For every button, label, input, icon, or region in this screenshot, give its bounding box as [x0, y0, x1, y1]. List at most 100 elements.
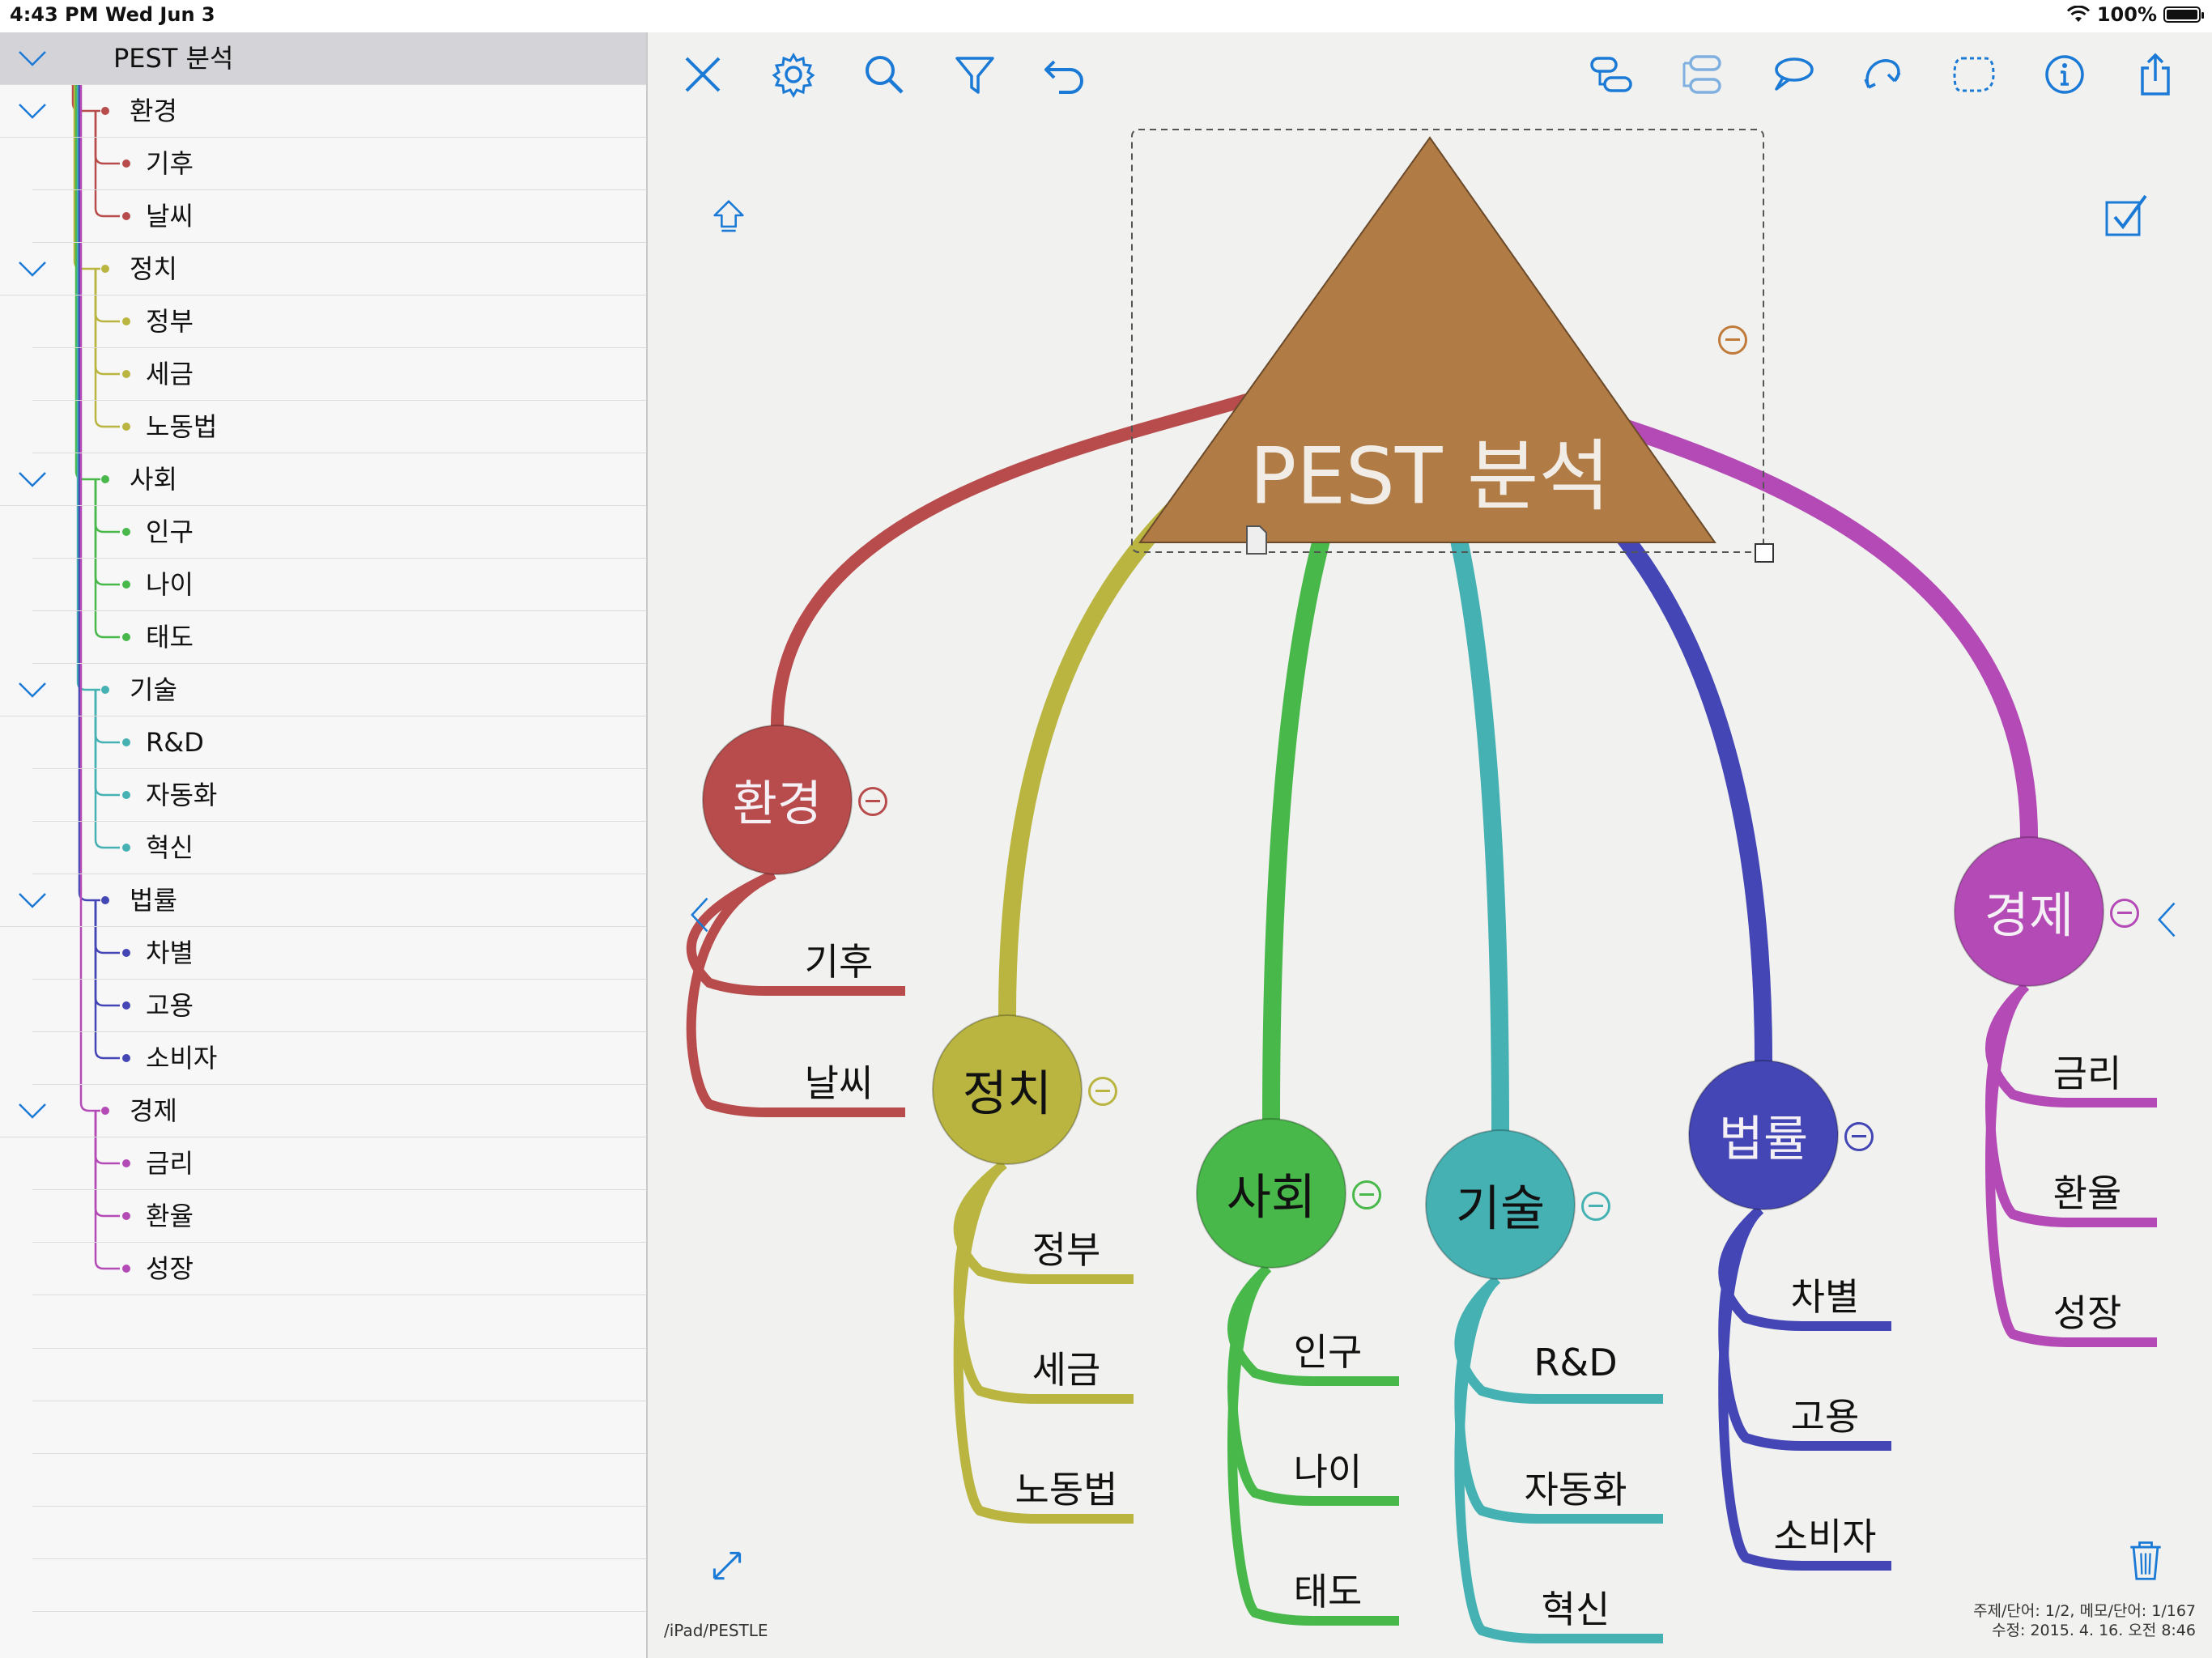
subtopic-label[interactable]: 소비자: [1774, 1507, 1877, 1561]
subtopic-label[interactable]: 기후: [805, 933, 874, 986]
topic-label[interactable]: 경제: [1984, 877, 2074, 947]
chevron-left-icon: [2158, 902, 2176, 937]
subtopic-label[interactable]: 금리: [2053, 1044, 2122, 1098]
mind-map-canvas[interactable]: 기후날씨정부세금노동법 인구나이태도 R&D 자동화혁신 차별고용소비자 금리환율성장 PE…: [648, 32, 2212, 1658]
topic-label[interactable]: 기술: [1456, 1170, 1545, 1240]
collapse-button[interactable]: [1088, 1077, 1117, 1106]
collapse-button[interactable]: [1844, 1122, 1874, 1151]
topic-label[interactable]: 정치: [963, 1055, 1052, 1125]
boundary-button[interactable]: [1942, 42, 2006, 107]
outline-subtopic-row[interactable]: 나이: [32, 559, 646, 611]
subtopic-label[interactable]: 나이: [1294, 1443, 1363, 1496]
search-icon: [866, 56, 904, 94]
filter-button[interactable]: [942, 42, 1007, 107]
outline-subtopic-row[interactable]: 기후: [32, 138, 646, 190]
delete-button[interactable]: [2113, 1527, 2178, 1592]
outline-subtopic-row[interactable]: 소비자: [32, 1032, 646, 1085]
undo-button[interactable]: [1033, 42, 1098, 107]
outline-topic-row[interactable]: 기술: [0, 664, 646, 716]
outline-topic-row[interactable]: 정치: [0, 243, 646, 295]
subtopic-label[interactable]: 정부: [1032, 1221, 1101, 1274]
task-toggle-button[interactable]: [2094, 183, 2159, 248]
outline-item-label: 혁신: [146, 832, 194, 863]
outline-subtopic-row[interactable]: 세금: [32, 348, 646, 401]
subtopic-label[interactable]: 태도: [1294, 1562, 1363, 1616]
outline-subtopic-row[interactable]: 고용: [32, 980, 646, 1032]
outline-topic-row[interactable]: 법률: [0, 874, 646, 927]
subtopic-label[interactable]: 자동화: [1525, 1460, 1627, 1514]
outline-item-label: 인구: [146, 517, 194, 547]
outline-subtopic-row[interactable]: 금리: [32, 1137, 646, 1190]
outline-subtopic-row[interactable]: 날씨: [32, 190, 646, 243]
settings-button[interactable]: [761, 42, 826, 107]
chevron-down-icon[interactable]: [16, 253, 49, 285]
outline-subtopic-row[interactable]: 태도: [32, 611, 646, 664]
outline-topic-row[interactable]: 경제: [0, 1085, 646, 1137]
settings-icon: [772, 52, 815, 99]
subtopic-label[interactable]: 노동법: [1015, 1460, 1118, 1514]
info-button[interactable]: [2032, 42, 2097, 107]
chevron-down-icon[interactable]: [16, 884, 49, 916]
scroll-right-button[interactable]: [2147, 887, 2188, 952]
collapse-button[interactable]: [858, 787, 887, 816]
subtopic-label[interactable]: R&D: [1534, 1341, 1617, 1384]
outline-subtopic-row[interactable]: 환율: [32, 1190, 646, 1243]
chevron-left-icon: [691, 897, 708, 933]
subtopic-label[interactable]: 날씨: [805, 1054, 874, 1107]
outline-item-label: 금리: [146, 1148, 194, 1179]
search-button[interactable]: [852, 42, 917, 107]
go-to-parent-button[interactable]: [696, 183, 761, 248]
collapse-button[interactable]: [1581, 1192, 1610, 1221]
outline-subtopic-row[interactable]: 자동화: [32, 769, 646, 822]
checkbox-icon: [2105, 194, 2147, 236]
outline-root-row[interactable]: PEST 분석: [0, 32, 646, 85]
outline-subtopic-row[interactable]: 정부: [32, 295, 646, 348]
subtopic-label[interactable]: 세금: [1032, 1341, 1101, 1394]
outline-item-label: 자동화: [146, 780, 218, 810]
root-topic-label[interactable]: PEST 분석: [1249, 414, 1610, 526]
document-stats: 주제/단어: 1/2, 메모/단어: 1/167 수정: 2015. 4. 16…: [1973, 1601, 2196, 1640]
chevron-down-icon[interactable]: [16, 1095, 49, 1127]
callout-button[interactable]: [1760, 42, 1825, 107]
chevron-down-icon[interactable]: [16, 463, 49, 495]
fit-map-button[interactable]: [695, 1533, 759, 1598]
subtopic-label[interactable]: 성장: [2053, 1284, 2122, 1337]
trash-icon: [2130, 1541, 2161, 1580]
chevron-down-icon[interactable]: [16, 674, 49, 706]
outline-subtopic-row[interactable]: 인구: [32, 506, 646, 559]
subtopic-label[interactable]: 환율: [2053, 1164, 2122, 1218]
scroll-left-button[interactable]: [680, 882, 721, 947]
outline-subtopic-row[interactable]: R&D: [32, 716, 646, 769]
chevron-down-icon[interactable]: [16, 42, 49, 74]
collapse-button[interactable]: [2110, 899, 2139, 928]
share-button[interactable]: [2123, 42, 2188, 107]
status-date: Wed Jun 3: [105, 3, 215, 26]
subtopic-label[interactable]: 고용: [1791, 1388, 1860, 1441]
collapse-button[interactable]: [1352, 1180, 1381, 1209]
outline-subtopic-row[interactable]: 노동법: [32, 401, 646, 453]
file-path: /iPad/PESTLE: [664, 1621, 768, 1640]
outline-subtopic-row[interactable]: 차별: [32, 927, 646, 980]
outline-topic-row[interactable]: 환경: [0, 85, 646, 138]
outline-topic-row[interactable]: 사회: [0, 453, 646, 506]
subtopic-label[interactable]: 혁신: [1542, 1580, 1610, 1634]
outline-subtopic-row[interactable]: 혁신: [32, 822, 646, 874]
outline-item-label: 날씨: [146, 201, 194, 232]
outline-item-label: 차별: [146, 937, 194, 968]
close-button[interactable]: [670, 42, 735, 107]
topic-label[interactable]: 법률: [1719, 1100, 1808, 1171]
topic-label[interactable]: 사회: [1227, 1158, 1316, 1229]
subtopic-label[interactable]: 인구: [1294, 1323, 1363, 1376]
resize-handle: [1755, 543, 1774, 563]
stats-modified: 수정: 2015. 4. 16. 오전 8:46: [1992, 1622, 2196, 1639]
topic-label[interactable]: 환경: [733, 765, 822, 835]
outline-item-label: 사회: [130, 464, 177, 495]
outline-subtopic-row[interactable]: 성장: [32, 1243, 646, 1295]
relationship-button[interactable]: [1851, 42, 1916, 107]
collapse-button[interactable]: [1718, 325, 1747, 355]
chevron-down-icon[interactable]: [16, 95, 49, 127]
add-sibling-topic-button[interactable]: [1670, 42, 1734, 107]
subtopic-label[interactable]: 차별: [1791, 1268, 1860, 1321]
outline-item-label: 고용: [146, 990, 194, 1021]
add-child-topic-button[interactable]: [1579, 42, 1644, 107]
